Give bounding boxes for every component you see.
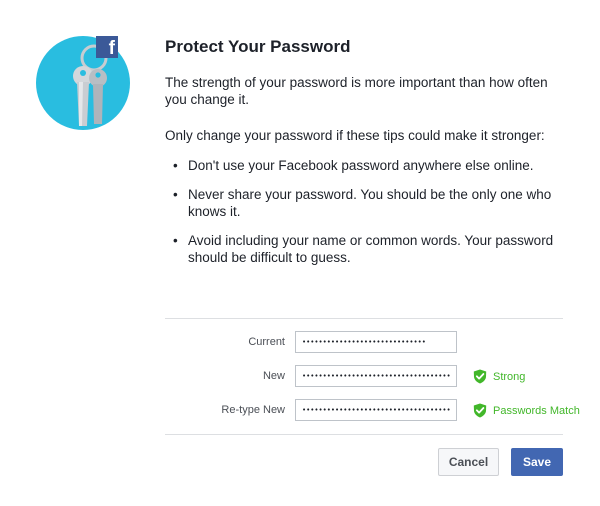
shield-check-icon xyxy=(473,369,487,384)
match-status-text: Passwords Match xyxy=(493,404,580,417)
strength-status-text: Strong xyxy=(493,370,526,383)
divider xyxy=(165,318,563,319)
tips-intro-text: Only change your password if these tips … xyxy=(165,128,545,143)
cancel-button[interactable]: Cancel xyxy=(438,448,499,476)
save-button[interactable]: Save xyxy=(511,448,563,476)
match-indicator: Passwords Match xyxy=(473,403,580,418)
new-password-label: New xyxy=(262,370,285,382)
list-item: • Avoid including your name or common wor… xyxy=(173,233,554,265)
strength-indicator: Strong xyxy=(473,369,525,384)
retype-password-row: Re-type New ••••••••••••••••••••••••••••… xyxy=(165,399,595,423)
current-password-row: Current •••••••••••••••••••••••••••••• xyxy=(165,331,595,355)
new-password-row: New ••••••••••••••••••••••••••••••••••••… xyxy=(165,365,595,389)
intro-text: The strength of your password is more im… xyxy=(165,75,548,107)
list-item: • Never share your password. You should b… xyxy=(173,187,552,219)
retype-password-field[interactable]: •••••••••••••••••••••••••••••••••••• xyxy=(295,399,457,421)
info-panel: Protect Your Password The strength of yo… xyxy=(165,36,565,278)
retype-password-label: Re-type New xyxy=(221,404,285,416)
divider xyxy=(165,434,563,435)
current-password-field[interactable]: •••••••••••••••••••••••••••••• xyxy=(295,331,457,353)
shield-check-icon xyxy=(473,403,487,418)
facebook-letter: f xyxy=(108,38,115,58)
facebook-logo: f xyxy=(96,36,118,58)
new-password-field[interactable]: •••••••••••••••••••••••••••••••••••• xyxy=(295,365,457,387)
tips-list: • Don't use your Facebook password anywhe… xyxy=(165,157,565,266)
current-password-label: Current xyxy=(248,336,285,348)
page-title: Protect Your Password xyxy=(165,37,351,56)
list-item: • Don't use your Facebook password anywhe… xyxy=(173,158,534,173)
